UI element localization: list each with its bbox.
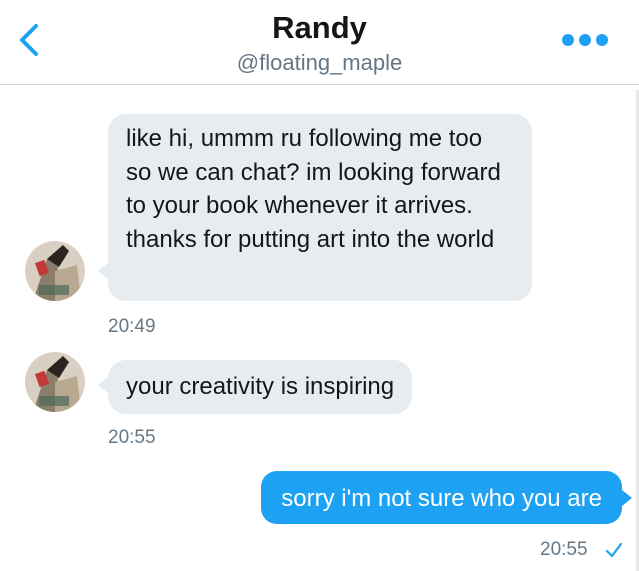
message-bubble[interactable]: your creativity is inspiring bbox=[108, 360, 413, 414]
bubble-tail bbox=[98, 263, 108, 279]
conversation-header: Randy @floating_maple bbox=[0, 0, 639, 85]
message-timestamp: 20:55 bbox=[108, 427, 156, 448]
avatar-image bbox=[25, 352, 85, 412]
more-dots-icon[interactable] bbox=[560, 28, 610, 52]
message-timestamp: 20:55 bbox=[540, 539, 588, 560]
bubble-tail bbox=[622, 490, 632, 506]
message-bubble[interactable]: like hi, ummm ru following me too so we … bbox=[108, 114, 532, 301]
avatar[interactable] bbox=[25, 352, 85, 412]
checkmark-icon bbox=[605, 542, 623, 558]
avatar[interactable] bbox=[25, 241, 85, 301]
conversation-title[interactable]: Randy bbox=[0, 10, 639, 46]
message-timestamp: 20:49 bbox=[108, 316, 156, 337]
conversation-handle: @floating_maple bbox=[236, 50, 403, 75]
message-bubble[interactable]: sorry i'm not sure who you are bbox=[261, 471, 622, 524]
message-text: sorry i'm not sure who you are bbox=[281, 485, 602, 512]
avatar-image bbox=[25, 241, 85, 301]
message-text: your creativity is inspiring bbox=[126, 373, 395, 400]
message-text: like hi, ummm ru following me too so we … bbox=[126, 125, 501, 253]
bubble-tail bbox=[98, 377, 108, 393]
